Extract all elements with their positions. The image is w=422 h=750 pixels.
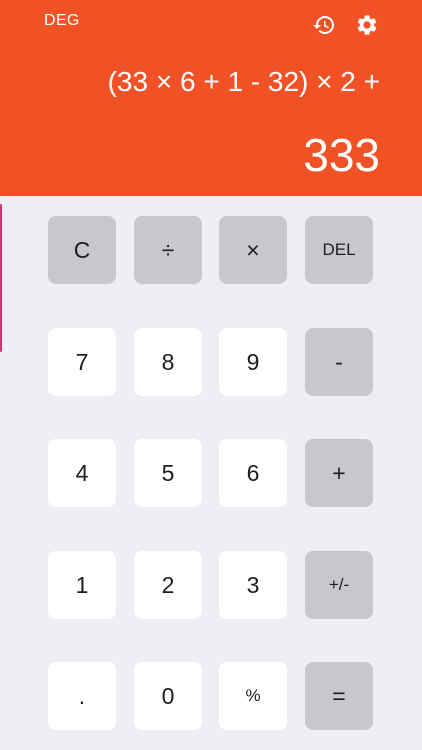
digit-6-button[interactable]: 6 [219, 439, 287, 507]
digit-0-button[interactable]: 0 [134, 662, 202, 730]
plus-button[interactable]: + [305, 439, 373, 507]
history-icon [313, 16, 334, 34]
divide-button[interactable]: ÷ [134, 216, 202, 284]
minus-button[interactable]: - [305, 328, 373, 396]
digit-8-button[interactable]: 8 [134, 328, 202, 396]
history-button[interactable] [309, 10, 339, 40]
digit-5-button[interactable]: 5 [134, 439, 202, 507]
keypad: C ÷ × DEL 7 8 9 - 4 5 6 + 1 2 3 +/- . 0 … [0, 196, 422, 750]
decimal-button[interactable]: . [48, 662, 116, 730]
settings-button[interactable] [352, 10, 382, 40]
negate-button[interactable]: +/- [305, 551, 373, 619]
result-display: 333 [303, 129, 380, 181]
gear-icon [357, 15, 377, 35]
digit-2-button[interactable]: 2 [134, 551, 202, 619]
digit-1-button[interactable]: 1 [48, 551, 116, 619]
multiply-button[interactable]: × [219, 216, 287, 284]
percent-button[interactable]: % [219, 662, 287, 730]
expression-display: (33 × 6 + 1 - 32) × 2 + [107, 66, 380, 97]
clear-button[interactable]: C [48, 216, 116, 284]
angle-mode-label[interactable]: DEG [44, 12, 80, 30]
digit-7-button[interactable]: 7 [48, 328, 116, 396]
digit-3-button[interactable]: 3 [219, 551, 287, 619]
delete-button[interactable]: DEL [305, 216, 373, 284]
digit-4-button[interactable]: 4 [48, 439, 116, 507]
equals-button[interactable]: = [305, 662, 373, 730]
display-panel: DEG (33 × 6 + 1 - 32) × 2 + 333 [0, 0, 422, 196]
digit-9-button[interactable]: 9 [219, 328, 287, 396]
